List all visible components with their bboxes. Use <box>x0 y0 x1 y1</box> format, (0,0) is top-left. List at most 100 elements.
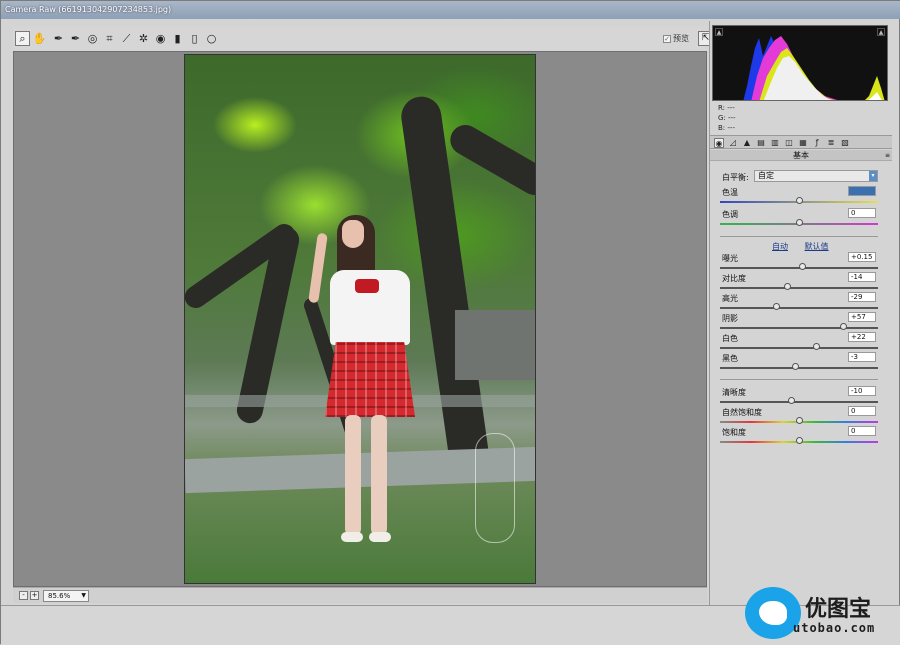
graduated-filter-icon[interactable]: ▯ <box>187 31 202 46</box>
panel-menu-icon[interactable]: ≡ <box>885 150 890 161</box>
tab-detail-icon[interactable]: ▲ <box>742 138 752 148</box>
tab-camera-calibration-icon[interactable]: ƒ <box>812 138 822 148</box>
tab-presets-icon[interactable]: ≣ <box>826 138 836 148</box>
slider-highlights-label: 高光 <box>722 294 738 303</box>
slider-saturation: 饱和度 0 <box>720 426 880 447</box>
slider-highlights-value[interactable]: -29 <box>848 292 876 302</box>
slider-shadows: 阴影 +57 <box>720 312 880 333</box>
zoom-in-button[interactable]: + <box>30 591 39 600</box>
preview-toggle[interactable]: ✓ 预览 <box>663 33 689 44</box>
slider-exposure-label: 曝光 <box>722 254 738 263</box>
slider-clarity-value[interactable]: -10 <box>848 386 876 396</box>
slider-contrast-label: 对比度 <box>722 274 746 283</box>
slider-whites-track[interactable] <box>720 347 878 349</box>
highlight-clip-icon[interactable]: ▲ <box>877 28 885 36</box>
panel-title: 基本 ≡ <box>710 150 892 161</box>
slider-contrast-value[interactable]: -14 <box>848 272 876 282</box>
slider-whites: 白色 +22 <box>720 332 880 353</box>
preview-checkbox[interactable]: ✓ <box>663 34 671 43</box>
slider-clarity: 清晰度 -10 <box>720 386 880 407</box>
white-balance-value: 自定 <box>758 171 774 180</box>
white-balance-select[interactable]: 自定 ▾ <box>754 170 878 182</box>
tab-snapshots-icon[interactable]: ▧ <box>840 138 850 148</box>
divider <box>720 236 878 237</box>
tab-effects-icon[interactable]: ▦ <box>798 138 808 148</box>
slider-blacks-value[interactable]: -3 <box>848 352 876 362</box>
slider-vibrance-value[interactable]: 0 <box>848 406 876 416</box>
slider-clarity-label: 清晰度 <box>722 388 746 397</box>
preview-label: 预览 <box>673 34 689 43</box>
targeted-adjust-icon[interactable]: ◎ <box>85 31 100 46</box>
slider-saturation-value[interactable]: 0 <box>848 426 876 436</box>
slider-blacks: 黑色 -3 <box>720 352 880 373</box>
slider-shadows-label: 阴影 <box>722 314 738 323</box>
color-sampler-icon[interactable]: ✒ <box>68 31 83 46</box>
zoom-icon[interactable]: ⌕ <box>15 31 30 46</box>
slider-tint: 色调 0 <box>720 208 880 229</box>
tab-split-toning-icon[interactable]: ▥ <box>770 138 780 148</box>
slider-shadows-track[interactable] <box>720 327 878 329</box>
slider-temp-label: 色温 <box>722 188 738 197</box>
divider <box>720 379 878 380</box>
hand-icon[interactable]: ✋ <box>32 31 47 46</box>
toolbar: ⌕ ✋ ✒ ✒ ◎ ⌗ ⟋ ✲ ◉ ▮ ▯ ○ ✓ 预览 ⇱ <box>13 27 713 51</box>
panel-tabs: ◉ ◿ ▲ ▤ ▥ ◫ ▦ ƒ ≣ ▧ <box>710 135 892 149</box>
white-balance-label: 白平衡: <box>722 173 749 182</box>
watermark <box>475 433 515 543</box>
red-eye-icon[interactable]: ◉ <box>153 31 168 46</box>
slider-highlights-track[interactable] <box>720 307 878 309</box>
zoom-out-button[interactable]: - <box>19 591 28 600</box>
straighten-icon[interactable]: ⟋ <box>119 31 134 46</box>
white-balance-icon[interactable]: ✒ <box>51 31 66 46</box>
r-value: R: --- <box>718 104 735 112</box>
slider-contrast-track[interactable] <box>720 287 878 289</box>
slider-blacks-label: 黑色 <box>722 354 738 363</box>
tab-lens-icon[interactable]: ◫ <box>784 138 794 148</box>
crop-icon[interactable]: ⌗ <box>102 31 117 46</box>
slider-tint-thumb[interactable] <box>795 219 803 226</box>
tab-basic-icon[interactable]: ◉ <box>714 138 724 148</box>
auto-button[interactable]: 自动 <box>772 242 788 251</box>
slider-shadows-thumb[interactable] <box>839 323 847 330</box>
window-title: Camera Raw (661913042907234853.jpg) <box>1 1 900 19</box>
slider-tint-label: 色调 <box>722 210 738 219</box>
slider-tint-value[interactable]: 0 <box>848 208 876 218</box>
g-value: G: --- <box>718 114 736 122</box>
camera-raw-window: Camera Raw (661913042907234853.jpg) ⌕ ✋ … <box>0 0 900 645</box>
tab-tone-curve-icon[interactable]: ◿ <box>728 138 738 148</box>
b-value: B: --- <box>718 124 735 132</box>
slider-highlights: 高光 -29 <box>720 292 880 313</box>
slider-whites-label: 白色 <box>722 334 738 343</box>
zoom-select[interactable]: 85.6% ▼ <box>43 590 89 602</box>
slider-saturation-thumb[interactable] <box>795 437 803 444</box>
adjustment-brush-icon[interactable]: ▮ <box>170 31 185 46</box>
slider-exposure: 曝光 +0.15 <box>720 252 880 273</box>
radial-filter-icon[interactable]: ○ <box>204 31 219 46</box>
chevron-down-icon: ▼ <box>81 592 86 599</box>
slider-whites-value[interactable]: +22 <box>848 332 876 342</box>
slider-exposure-thumb[interactable] <box>798 263 806 270</box>
slider-whites-thumb[interactable] <box>812 343 820 350</box>
slider-shadows-value[interactable]: +57 <box>848 312 876 322</box>
slider-clarity-track[interactable] <box>720 401 878 403</box>
slider-vibrance: 自然饱和度 0 <box>720 406 880 427</box>
adjustment-panel: ▲ ▲ R: --- G: --- B: --- ◉ ◿ ▲ ▤ ▥ ◫ ▦ ƒ… <box>709 21 892 605</box>
spot-removal-icon[interactable]: ✲ <box>136 31 151 46</box>
status-bar: - + 85.6% ▼ <box>13 587 707 603</box>
slider-vibrance-thumb[interactable] <box>795 417 803 424</box>
shadow-clip-icon[interactable]: ▲ <box>715 28 723 36</box>
rgb-readout: R: --- G: --- B: --- <box>718 103 736 133</box>
slider-temp: 色温 <box>720 186 880 207</box>
slider-exposure-value[interactable]: +0.15 <box>848 252 876 262</box>
slider-clarity-thumb[interactable] <box>787 397 795 404</box>
image-canvas[interactable] <box>13 51 707 587</box>
logo-url: utobao.com <box>793 621 876 635</box>
tab-hsl-icon[interactable]: ▤ <box>756 138 766 148</box>
slider-temp-value[interactable] <box>848 186 876 196</box>
slider-temp-thumb[interactable] <box>795 197 803 204</box>
slider-vibrance-label: 自然饱和度 <box>722 408 762 417</box>
photo-preview <box>184 54 536 584</box>
auto-default-row: 自动 默认值 <box>772 241 843 252</box>
slider-blacks-track[interactable] <box>720 367 878 369</box>
default-button[interactable]: 默认值 <box>805 242 829 251</box>
